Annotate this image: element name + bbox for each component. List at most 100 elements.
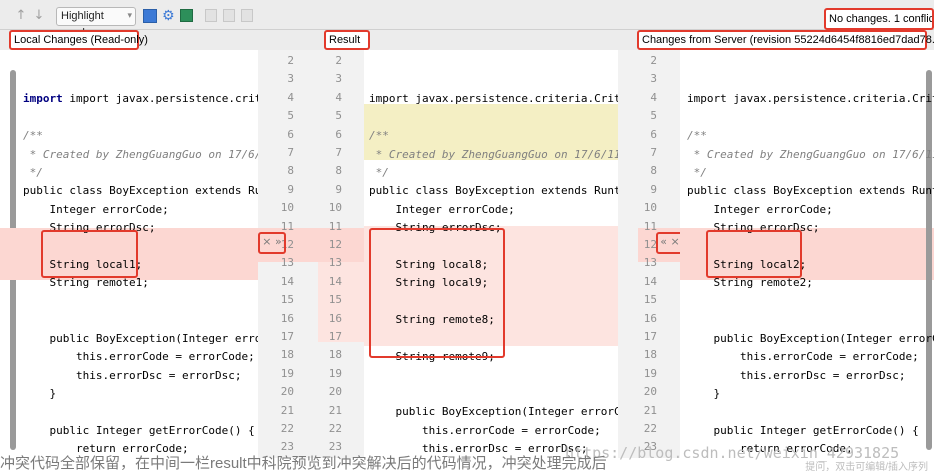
code-line: public class BoyException extends Runti xyxy=(23,184,258,198)
line-number: 20 xyxy=(280,385,294,399)
accept-local-button[interactable]: × » xyxy=(258,232,286,254)
previous-difference-icon[interactable]: ↑ xyxy=(14,9,28,23)
code-line: * Created by ZhengGuangGuo on 17/6/11. xyxy=(687,147,934,161)
line-number: 12 xyxy=(328,238,342,251)
code-line: Integer errorCode; xyxy=(369,202,515,216)
local-header-bar: Local Changes (Read-only) xyxy=(0,30,262,50)
code-line: /** xyxy=(687,129,707,143)
line-number: 18 xyxy=(280,348,294,362)
line-number: 2 xyxy=(650,54,657,67)
apply-resolution-icon[interactable] xyxy=(180,9,193,22)
line-number: 18 xyxy=(643,348,657,362)
code-line: import import javax.persistence.criteria… xyxy=(23,92,258,106)
line-number: 17 xyxy=(280,330,294,343)
server-changes-header: Changes from Server (revision 55224d6454… xyxy=(637,30,934,50)
line-number: 15 xyxy=(280,293,294,307)
line-number: 6 xyxy=(335,127,342,141)
code-line: } xyxy=(23,386,57,400)
code-line: /** xyxy=(369,129,389,143)
local-changes-header: Local Changes (Read-only) xyxy=(9,30,148,50)
accept-server-button[interactable]: « × xyxy=(656,232,680,254)
result-conflict-box xyxy=(369,228,505,358)
code-line: public BoyException(Integer errorCode, xyxy=(713,331,934,345)
code-line: public class BoyException extends Runtim… xyxy=(687,184,934,198)
local-changes-pane[interactable]: import import javax.persistence.criteria… xyxy=(0,50,258,458)
local-conflict-box xyxy=(41,230,138,278)
line-number: 8 xyxy=(335,164,342,178)
side-by-side-view-icon[interactable] xyxy=(143,9,157,23)
line-number: 17 xyxy=(643,330,657,343)
left-line-gutter: 2 3 4 5 6 7 8 9 10 11 12 13 14 15 16 17 18 19 20 21 22 23 234… xyxy=(258,50,364,458)
resolve-simple-conflicts-icon[interactable] xyxy=(241,9,253,22)
watermark-note: 提问，双击可编辑/插入序列 xyxy=(805,462,928,473)
line-number: 7 xyxy=(335,146,342,159)
line-number: 16 xyxy=(328,311,342,325)
code-line: public Integer getErrorCode() { xyxy=(687,423,919,437)
caption-text: 冲突代码全部保留，在中间一栏result中科院预览到冲突解决后的代码情况，冲突处… xyxy=(0,455,607,472)
line-number: 7 xyxy=(650,146,657,159)
line-number: 20 xyxy=(328,385,342,399)
line-number: 3 xyxy=(650,72,657,86)
code-line: String remote1; xyxy=(23,276,149,290)
next-difference-icon[interactable]: ↓ xyxy=(32,9,46,23)
right-line-gutter: 2 3 4 5 6 7 8 9 10 11 12 13 14 15 16 17 18 19 20 21 22 23 « × xyxy=(618,50,680,458)
server-changes-pane[interactable]: import javax.persistence.criteria.Criter… xyxy=(680,50,934,458)
accept-left-icon[interactable] xyxy=(205,9,217,22)
code-line: * Created by ZhengGuangGuo on 17/6/11. xyxy=(23,147,258,161)
accept-right-icon[interactable] xyxy=(223,9,235,22)
line-number: 22 xyxy=(643,422,657,435)
line-number: 6 xyxy=(650,127,657,141)
gear-icon[interactable]: ⚙ xyxy=(162,8,175,24)
toolbar: ↑ ↓ Highlight words ▾ ⚙ No changes. 1 co… xyxy=(0,0,934,39)
line-number: 16 xyxy=(280,311,294,325)
line-number: 9 xyxy=(287,182,294,196)
line-number: 15 xyxy=(643,293,657,307)
line-number: 11 xyxy=(643,219,657,233)
line-number: 5 xyxy=(335,109,342,123)
result-pane[interactable]: import javax.persistence.criteria.Criter… xyxy=(364,50,618,458)
highlight-words-select[interactable]: Highlight words ▾ xyxy=(56,7,136,39)
line-number: 13 xyxy=(643,256,657,270)
line-number: 9 xyxy=(650,182,657,196)
line-number: 22 xyxy=(328,422,342,435)
code-line: this.errorCode = errorCode; xyxy=(687,350,919,364)
result-header-bar xyxy=(364,30,618,50)
line-number: 8 xyxy=(287,164,294,178)
line-number: 14 xyxy=(280,274,294,288)
line-number: 11 xyxy=(328,219,342,233)
line-number: 10 xyxy=(328,201,342,215)
line-number: 4 xyxy=(287,90,294,104)
line-number: 15 xyxy=(328,293,342,307)
line-number: 16 xyxy=(643,311,657,325)
line-number: 21 xyxy=(280,403,294,417)
conflict-status-label: No changes. 1 conflict xyxy=(824,8,934,30)
code-line: */ xyxy=(23,166,43,180)
server-header-bar: Changes from Server (revision 55224d6454… xyxy=(618,30,934,50)
line-number: 19 xyxy=(328,366,342,380)
line-number: 5 xyxy=(287,109,294,123)
line-number: 3 xyxy=(335,72,342,86)
code-line: import javax.persistence.criteria.Criter… xyxy=(369,92,618,106)
code-line: */ xyxy=(369,166,389,180)
code-line: this.errorDsc = errorDsc; xyxy=(687,368,906,382)
line-number: 20 xyxy=(643,385,657,399)
line-number: 19 xyxy=(643,366,657,380)
line-number: 8 xyxy=(650,164,657,178)
code-line: public BoyException(Integer errorCode, xyxy=(395,405,618,419)
line-number: 5 xyxy=(650,109,657,123)
code-line: public class BoyException extends Runtim… xyxy=(369,184,618,198)
line-number: 14 xyxy=(643,274,657,288)
line-number: 4 xyxy=(335,90,342,104)
code-line: String remote2; xyxy=(687,276,813,290)
line-number: 3 xyxy=(287,72,294,86)
line-number: 10 xyxy=(643,201,657,215)
line-number: 9 xyxy=(335,182,342,196)
code-line: * Created by ZhengGuangGuo on 17/6/11. xyxy=(369,147,618,161)
server-conflict-box xyxy=(706,230,802,278)
code-line: /** xyxy=(23,129,43,143)
code-line: */ xyxy=(687,166,707,180)
line-number: 10 xyxy=(280,201,294,215)
line-number: 19 xyxy=(280,366,294,380)
line-number: 21 xyxy=(328,403,342,417)
line-number: 2 xyxy=(287,54,294,67)
